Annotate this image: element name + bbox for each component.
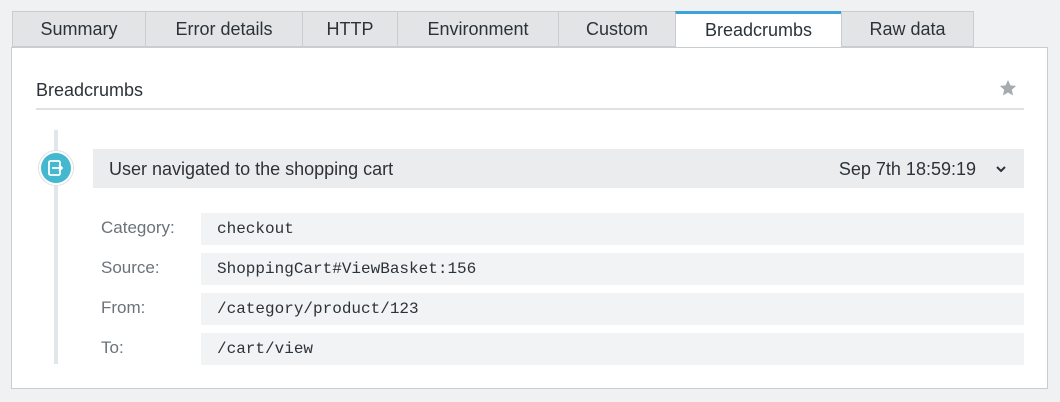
tab-http[interactable]: HTTP (302, 11, 397, 47)
panel-title: Breadcrumbs (36, 80, 144, 100)
tab-bar: Summary Error details HTTP Environment C… (12, 11, 974, 48)
tab-environment[interactable]: Environment (397, 11, 558, 47)
panel-header: Breadcrumbs (36, 78, 1024, 110)
detail-value: /category/product/123 (201, 293, 1024, 325)
tab-breadcrumbs[interactable]: Breadcrumbs (675, 11, 841, 48)
detail-row-to: To: /cart/view (101, 333, 1024, 365)
star-icon[interactable] (998, 78, 1018, 98)
detail-row-category: Category: checkout (101, 213, 1024, 245)
detail-value: checkout (201, 213, 1024, 245)
breadcrumb-summary-bar[interactable]: User navigated to the shopping cart Sep … (93, 149, 1024, 188)
navigation-icon (39, 151, 73, 185)
breadcrumb-timestamp: Sep 7th 18:59:19 (838, 159, 976, 179)
detail-label: Category: (101, 218, 175, 237)
detail-label: Source: (101, 258, 160, 277)
detail-label: From: (101, 298, 146, 317)
breadcrumb-message: User navigated to the shopping cart (109, 159, 394, 179)
detail-row-source: Source: ShoppingCart#ViewBasket:156 (101, 253, 1024, 285)
detail-row-from: From: /category/product/123 (101, 293, 1024, 325)
tab-raw-data[interactable]: Raw data (841, 11, 974, 47)
breadcrumbs-panel: Breadcrumbs User navigated to the shoppi… (11, 47, 1048, 389)
detail-label: To: (101, 338, 124, 357)
tab-summary[interactable]: Summary (12, 11, 145, 47)
tab-error-details[interactable]: Error details (145, 11, 302, 47)
tab-custom[interactable]: Custom (558, 11, 675, 47)
detail-value: ShoppingCart#ViewBasket:156 (201, 253, 1024, 285)
detail-value: /cart/view (201, 333, 1024, 365)
chevron-down-icon[interactable] (994, 162, 1008, 176)
